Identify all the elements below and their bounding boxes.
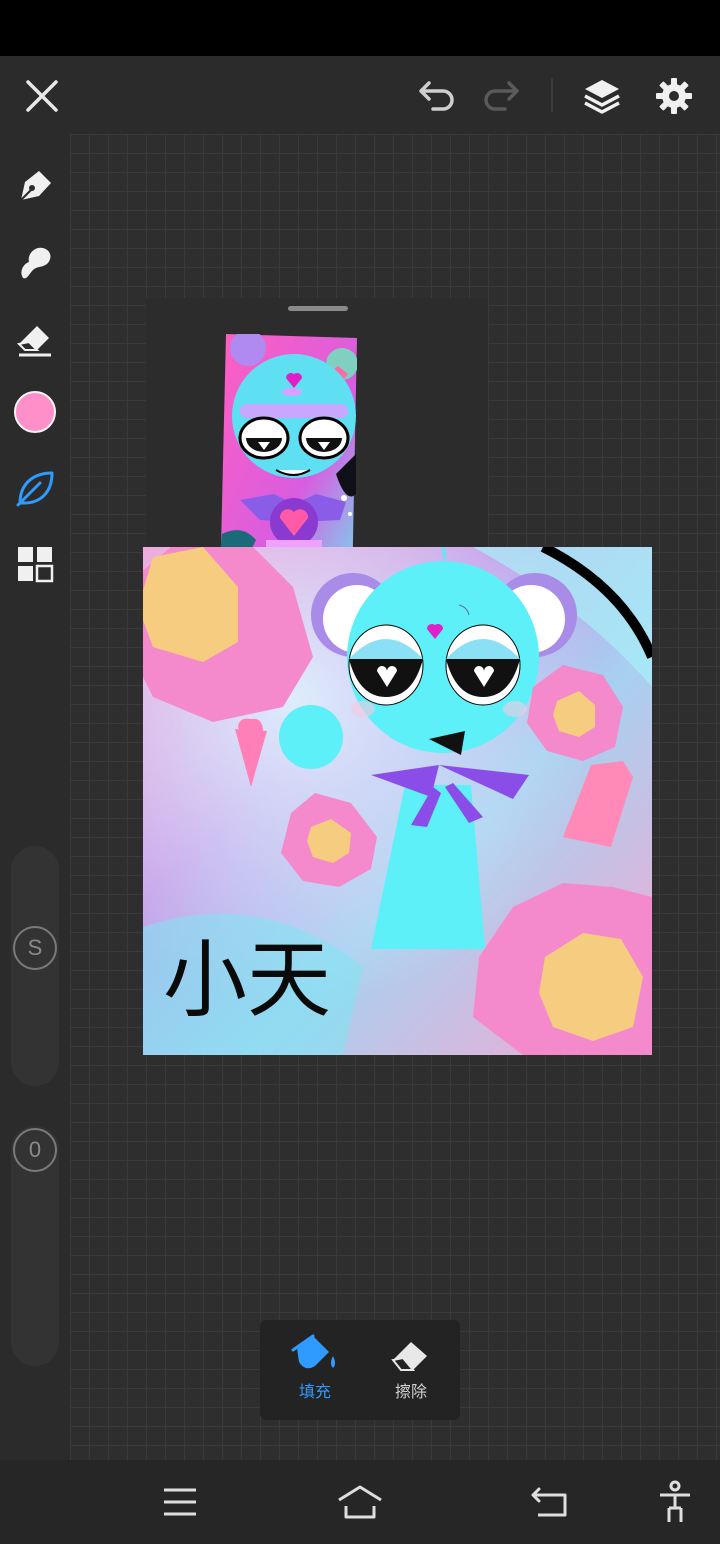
- redo-icon[interactable]: [478, 74, 524, 118]
- artwork-text: 小天: [163, 931, 331, 1029]
- artwork-canvas[interactable]: 小天: [143, 547, 652, 1055]
- opacity-slider[interactable]: 0: [11, 1126, 59, 1366]
- top-toolbar: [0, 56, 720, 134]
- fill-option[interactable]: 填充: [270, 1320, 360, 1420]
- close-icon[interactable]: [18, 72, 66, 120]
- leaf-icon[interactable]: [11, 464, 59, 512]
- canvas-area[interactable]: 小天: [70, 134, 720, 1460]
- paint-bucket-icon: [291, 1334, 335, 1369]
- layers-icon[interactable]: [578, 72, 626, 120]
- toolbar-divider: [551, 78, 553, 112]
- size-slider-knob[interactable]: S: [13, 926, 57, 970]
- smudge-icon[interactable]: [11, 238, 59, 286]
- grid-icon[interactable]: [11, 540, 59, 588]
- back-icon[interactable]: [524, 1480, 574, 1524]
- erase-option[interactable]: 擦除: [366, 1320, 456, 1420]
- eraser-icon[interactable]: [11, 314, 59, 362]
- menu-icon[interactable]: [156, 1480, 204, 1524]
- brush-size-slider[interactable]: S: [11, 846, 59, 1086]
- undo-icon[interactable]: [414, 74, 460, 118]
- size-slider-label: S: [27, 935, 43, 960]
- opacity-slider-label: 0: [28, 1137, 42, 1162]
- opacity-slider-knob[interactable]: 0: [13, 1128, 57, 1172]
- reference-drag-handle[interactable]: [288, 306, 348, 311]
- pen-icon[interactable]: [11, 162, 59, 210]
- left-toolbar: S 0: [0, 134, 70, 1460]
- eraser-icon: [391, 1342, 427, 1371]
- status-bar: [0, 0, 720, 56]
- system-nav-bar: [0, 1460, 720, 1544]
- accessibility-icon[interactable]: [650, 1478, 700, 1526]
- home-icon[interactable]: [334, 1480, 386, 1524]
- fill-tool-popup: 填充 擦除: [260, 1320, 460, 1420]
- gear-icon[interactable]: [650, 72, 698, 120]
- erase-label: 擦除: [394, 1382, 427, 1401]
- fill-label: 填充: [298, 1382, 331, 1401]
- color-swatch[interactable]: [11, 388, 59, 436]
